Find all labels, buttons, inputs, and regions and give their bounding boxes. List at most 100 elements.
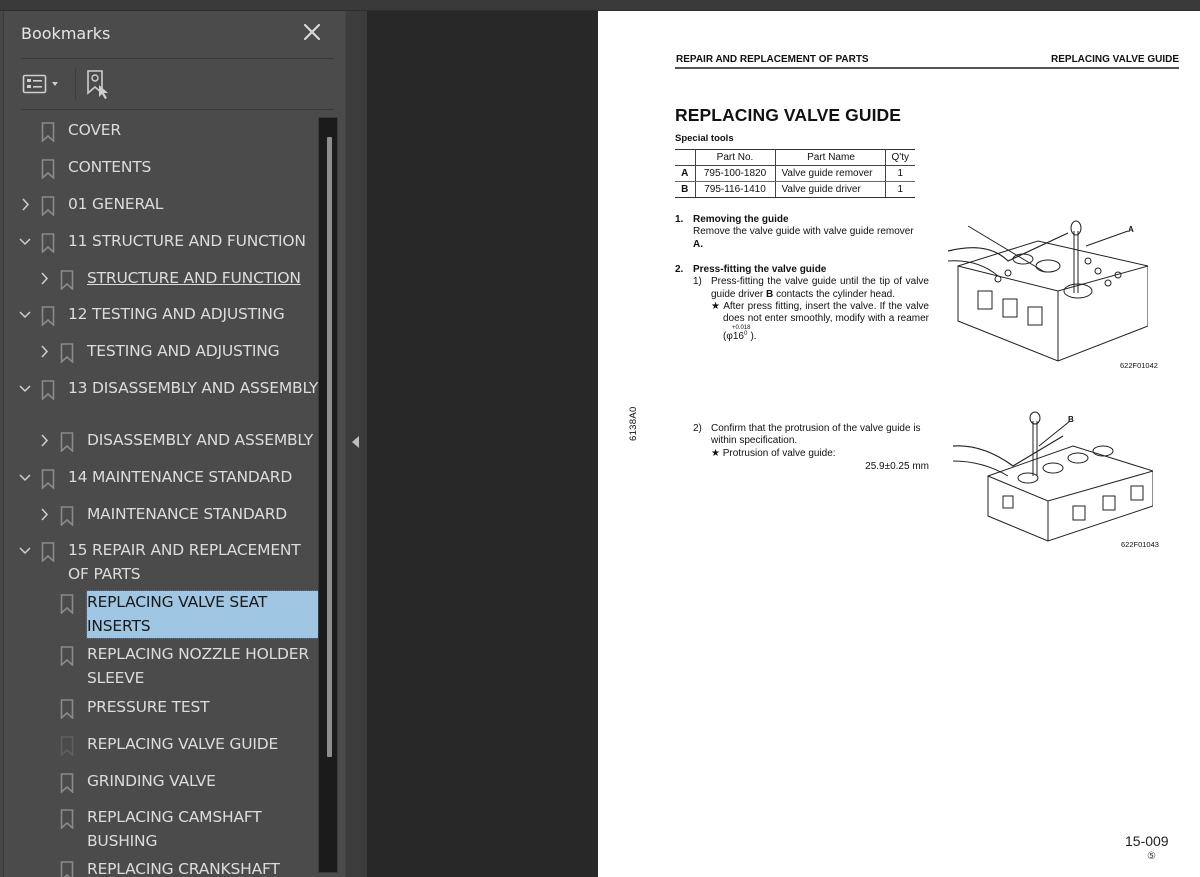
bookmarks-panel: Bookmarks COVER CONTENTS 01 GENERAL 11 STRU…: [4, 11, 345, 877]
cell: 795-116-1410: [694, 181, 776, 198]
bookmark-label: REPLACING VALVE SEAT INSERTS: [86, 590, 319, 639]
cell: B: [675, 181, 696, 198]
bookmark-label: REPLACING VALVE GUIDE: [87, 735, 279, 753]
substep-number: 1): [693, 276, 702, 288]
bookmark-icon: [41, 542, 55, 563]
title-bar: [0, 0, 1200, 11]
step-number: 1.: [675, 214, 684, 225]
bookmark-label: REPLACING NOZZLE HOLDER SLEEVE: [87, 645, 309, 687]
chevron-right-icon[interactable]: [18, 193, 32, 216]
substep-number: 2): [693, 423, 702, 434]
step-title: Press-fitting the valve guide: [693, 264, 827, 275]
note-text: ★ Protrusion of valve guide:: [711, 447, 836, 459]
figure-valve-guide-press-fit: B 622F01043: [952, 406, 1159, 549]
bookmark-label: DISASSEMBLY AND ASSEMBLY: [87, 431, 314, 449]
chevron-down-icon[interactable]: [18, 539, 32, 562]
table-row: A 795-100-1820 Valve guide remover 1: [675, 165, 915, 182]
bookmark-icon: [60, 343, 74, 364]
bookmark-label: 14 MAINTENANCE STANDARD: [68, 468, 293, 486]
find-current-bookmark-icon: [87, 70, 108, 99]
special-tools-label: Special tools: [675, 133, 734, 144]
toolbar-separator: [75, 68, 76, 100]
collapse-panel-left-icon[interactable]: [352, 436, 359, 448]
figure-caption: 622F01042: [1120, 361, 1158, 370]
bookmark-label: CONTENTS: [68, 158, 152, 176]
chevron-right-icon[interactable]: [37, 429, 51, 452]
list-options-icon: [22, 74, 58, 94]
bookmark-icon: [60, 270, 74, 291]
divider: [21, 109, 334, 110]
bookmark-icon: [60, 699, 74, 720]
bookmark-icon: [41, 469, 55, 490]
divider: [21, 58, 334, 59]
close-panel-button[interactable]: [301, 21, 323, 43]
bookmark-icon: [60, 432, 74, 453]
chevron-right-icon[interactable]: [37, 340, 51, 363]
note-text: ).: [750, 331, 757, 343]
page-header-left: REPAIR AND REPLACEMENT OF PARTS: [676, 54, 869, 65]
cell: 1: [884, 181, 915, 198]
bookmark-icon: [60, 594, 74, 615]
cell: Valve guide remover: [774, 165, 886, 182]
bookmark-label: REPLACING CRANKSHAFT: [87, 860, 280, 877]
chevron-right-icon[interactable]: [37, 267, 51, 290]
section-title: REPLACING VALVE GUIDE: [675, 105, 902, 125]
pdf-page: REPAIR AND REPLACEMENT OF PARTS REPLACIN…: [598, 11, 1200, 877]
figure-caption: 622F01043: [1121, 540, 1159, 549]
figure-valve-guide-removal: A 622F01042: [947, 211, 1158, 381]
close-icon: [303, 23, 321, 41]
bookmark-icon: [60, 506, 74, 527]
cylinder-head-illustration: [952, 411, 1154, 542]
bookmark-icon: [60, 809, 74, 830]
bookmark-icon: [60, 773, 74, 794]
table-header-row: Part No. Part Name Q'ty: [675, 149, 915, 166]
substep-text: contacts the cylinder head.: [776, 288, 896, 300]
header-rule: [675, 67, 1179, 69]
bookmark-tree: COVER CONTENTS 01 GENERAL 11 STRUCTURE AND …: [4, 111, 319, 877]
bookmark-label: COVER: [68, 121, 121, 139]
cell: Valve guide driver: [774, 181, 886, 198]
step-number: 2.: [675, 264, 684, 275]
panel-title: Bookmarks: [21, 24, 111, 43]
tolerance-lower: 0: [743, 331, 748, 338]
page-header-right: REPLACING VALVE GUIDE: [1051, 54, 1179, 65]
bookmark-icon: [41, 196, 55, 217]
bookmarks-scrollbar[interactable]: [318, 117, 338, 873]
chevron-right-icon[interactable]: [37, 503, 51, 526]
bookmark-icon: [41, 159, 55, 180]
bookmark-label: TESTING AND ADJUSTING: [87, 342, 280, 360]
bookmark-label: PRESSURE TEST: [87, 698, 210, 716]
bookmark-label: 15 REPAIR AND REPLACEMENT OF PARTS: [68, 541, 301, 583]
chevron-down-icon[interactable]: [18, 377, 32, 400]
special-tools-table: Part No. Part Name Q'ty A 795-100-1820 V…: [675, 149, 915, 198]
bookmark-icon: [60, 861, 74, 877]
col-header: Part No.: [694, 149, 776, 166]
scrollbar-thumb[interactable]: [327, 137, 332, 757]
bookmark-icon: [41, 380, 55, 401]
bookmark-icon: [60, 646, 74, 667]
tolerance-upper: +0.018: [731, 325, 751, 332]
step-2: 2. Press-fitting the valve guide 1) Pres…: [675, 264, 935, 344]
bookmark-label: 01 GENERAL: [68, 195, 164, 213]
bookmark-label: STRUCTURE AND FUNCTION: [87, 269, 301, 287]
cell: 795-100-1820: [694, 165, 776, 182]
chevron-down-icon[interactable]: [18, 230, 32, 253]
find-current-bookmark-button[interactable]: [84, 68, 114, 100]
bookmark-icon: [41, 306, 55, 327]
cell: A: [675, 165, 696, 182]
side-code: 6138A0: [628, 406, 639, 441]
chevron-down-icon[interactable]: [18, 303, 32, 326]
tool-ref: B: [766, 288, 774, 300]
bookmark-icon: [41, 122, 55, 143]
chevron-down-icon[interactable]: [18, 466, 32, 489]
step-title: Removing the guide: [693, 214, 789, 225]
bookmark-options-button[interactable]: [22, 71, 68, 97]
spec-value: 25.9±0.25 mm: [865, 460, 929, 472]
bookmark-label: 12 TESTING AND ADJUSTING: [68, 305, 285, 323]
bookmark-label: REPLACING CAMSHAFT BUSHING: [87, 808, 262, 850]
step-2-2: 2) Confirm that the protrusion of the va…: [693, 423, 933, 473]
figure-callout: B: [1068, 415, 1074, 424]
panel-splitter[interactable]: [345, 11, 367, 877]
substep-text: Confirm that the protrusion of the valve…: [711, 423, 921, 447]
table-row: B 795-116-1410 Valve guide driver 1: [675, 181, 915, 198]
